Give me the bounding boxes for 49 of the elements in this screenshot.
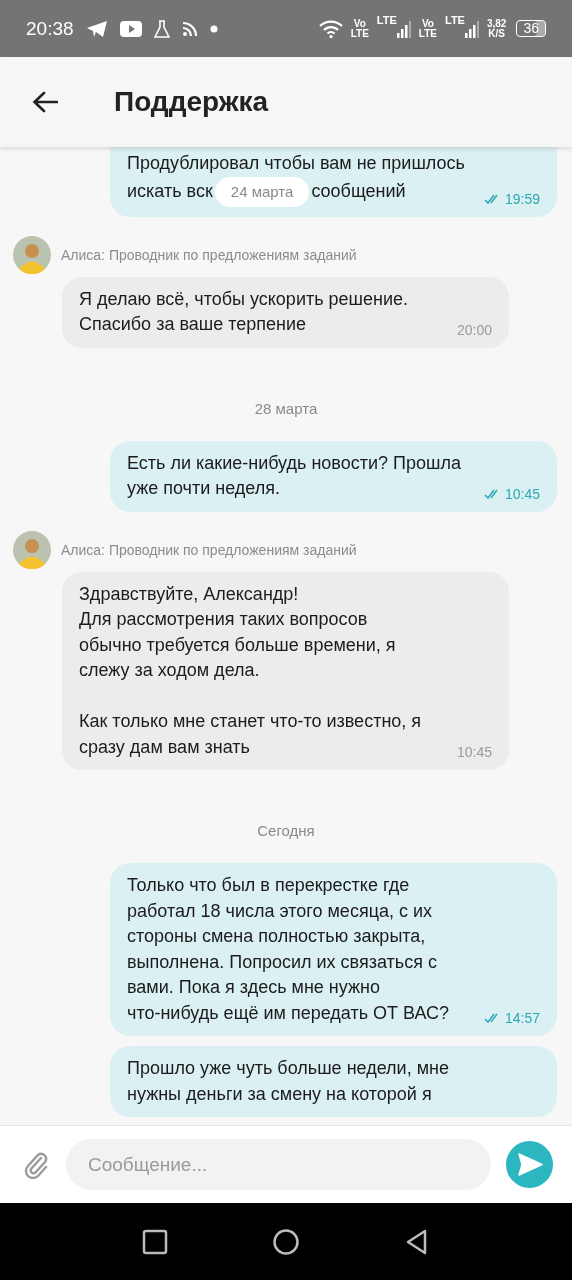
home-button[interactable] xyxy=(273,1228,299,1255)
message-text: сообщений xyxy=(311,179,406,203)
avatar-icon xyxy=(13,235,51,274)
network-label: K/S xyxy=(488,28,505,39)
back-button[interactable] xyxy=(32,91,58,113)
page-title: Поддержка xyxy=(114,86,269,118)
message-time: 20:00 xyxy=(456,320,492,339)
clock: 20:38 xyxy=(26,17,74,40)
message-text: Есть ли какие-нибудь новости? Прошла уже почти неделя. xyxy=(127,452,461,498)
recents-icon xyxy=(142,1228,168,1255)
date-chip: 24 марта xyxy=(214,176,310,207)
date-separator: Сегодня xyxy=(257,821,315,841)
send-icon xyxy=(506,1141,553,1188)
date-separator: 28 марта xyxy=(254,398,318,419)
network-label: Vo xyxy=(353,18,366,29)
home-icon xyxy=(273,1228,299,1255)
network-label: LTE xyxy=(445,14,465,26)
network-label: Vo xyxy=(421,18,434,29)
back-arrow-icon xyxy=(32,91,58,113)
message-text: Я делаю всё, чтобы ускорить решение. Спасибо за ваше терпение xyxy=(79,288,409,334)
author-name: Алиса: Проводник по предложениям заданий xyxy=(61,246,357,263)
recents-button[interactable] xyxy=(142,1228,168,1255)
paper-plane-icon xyxy=(85,19,108,38)
battery-indicator: 36 xyxy=(516,20,546,37)
message-time: 10:45 xyxy=(456,743,492,761)
attach-button[interactable] xyxy=(24,1150,50,1179)
message-time: 19:59 xyxy=(504,189,540,208)
flask-icon xyxy=(153,19,170,38)
dot-icon xyxy=(209,24,218,33)
message-text: искать вск xyxy=(127,179,213,203)
network-label: LTE xyxy=(376,14,397,26)
rss-icon xyxy=(181,20,198,37)
signal-icon xyxy=(464,19,479,38)
message-text: Продублировал чтобы вам не пришлось xyxy=(127,152,466,175)
network-label: LTE xyxy=(350,28,369,39)
message-time: 10:45 xyxy=(504,484,540,503)
message-text: Только что был в перекрестке где работал 18 числа этого месяца, с их стороны смена полностью закрыта, выполнена. Попросил их связаться с вами. Пока я здесь мне нужно что-нибудь ещё им передать ОТ ВАС? xyxy=(127,875,450,1023)
network-label: LTE xyxy=(418,28,437,39)
play-icon xyxy=(119,20,142,37)
author-name: Алиса: Проводник по предложениям заданий xyxy=(61,541,357,558)
avatar-icon xyxy=(13,530,51,569)
network-label: 3,82 xyxy=(486,18,507,29)
message-text: Здравствуйте, Александр! Для рассмотрения таких вопросов обычно требуется больше времени, я слежу за ходом дела. Как только мне станет что-то известно, я сразу дам вам знать xyxy=(79,583,422,757)
message-text: Прошло уже чуть больше недели, мне нужны деньги за смену на которой я xyxy=(127,1058,449,1104)
signal-icon xyxy=(396,19,411,38)
message-field[interactable]: Сообщение... xyxy=(66,1139,491,1190)
wifi-icon xyxy=(318,19,343,38)
paperclip-icon xyxy=(24,1150,50,1179)
message-time: 14:57 xyxy=(504,1009,540,1027)
